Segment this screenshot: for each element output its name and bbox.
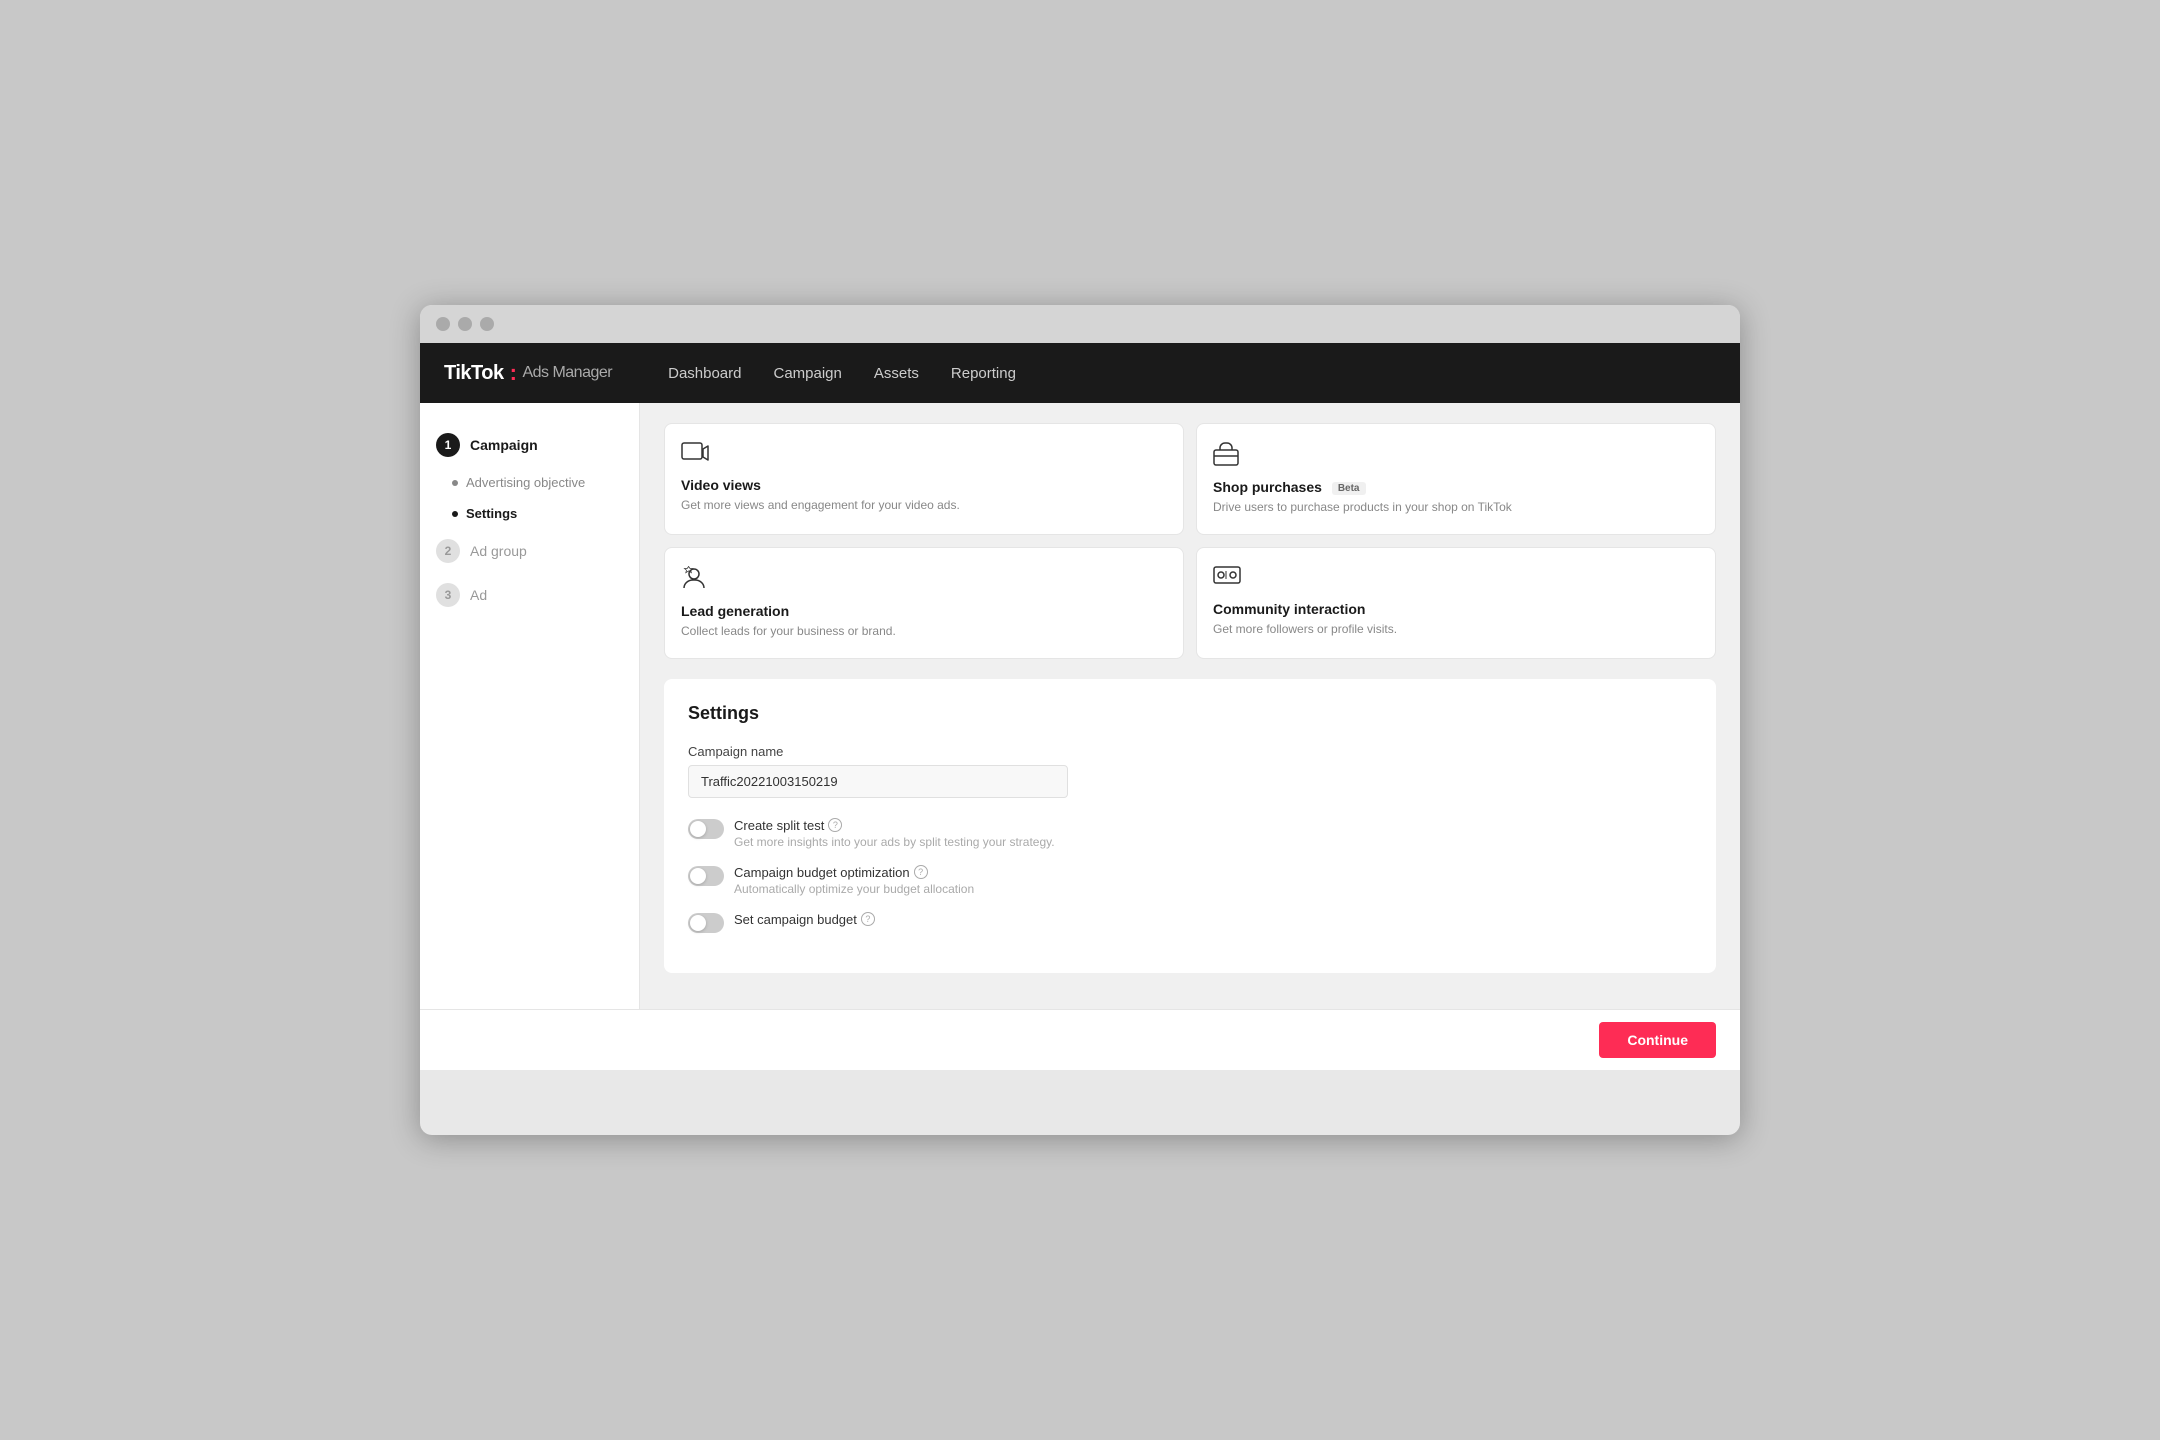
browser-dot-3 <box>480 317 494 331</box>
lead-generation-icon <box>681 566 1167 595</box>
campaign-budget-info-icon[interactable]: ? <box>861 912 875 926</box>
campaign-budget-toggle[interactable] <box>688 913 724 933</box>
community-interaction-icon <box>1213 566 1699 593</box>
sub-label-objective: Advertising objective <box>466 475 585 490</box>
objective-card-video-views[interactable]: Video views Get more views and engagemen… <box>664 423 1184 535</box>
campaign-name-input[interactable] <box>688 765 1068 798</box>
split-test-row: Create split test ? Get more insights in… <box>688 818 1692 849</box>
budget-opt-sub: Automatically optimize your budget alloc… <box>734 882 1692 896</box>
settings-title: Settings <box>688 703 1692 724</box>
budget-opt-info: Campaign budget optimization ? Automatic… <box>734 865 1692 896</box>
split-test-label: Create split test ? <box>734 818 1692 833</box>
video-views-desc: Get more views and engagement for your v… <box>681 497 1167 514</box>
community-interaction-title: Community interaction <box>1213 601 1699 617</box>
objectives-grid: Video views Get more views and engagemen… <box>664 423 1716 659</box>
nav-items: Dashboard Campaign Assets Reporting <box>664 357 1020 390</box>
content-area: Video views Get more views and engagemen… <box>640 403 1740 1009</box>
continue-button[interactable]: Continue <box>1599 1022 1716 1058</box>
community-interaction-desc: Get more followers or profile visits. <box>1213 621 1699 638</box>
budget-opt-knob <box>690 868 706 884</box>
logo: TikTok : Ads Manager <box>444 360 612 386</box>
step-label-campaign: Campaign <box>470 437 538 453</box>
nav-dashboard[interactable]: Dashboard <box>664 357 745 390</box>
lead-generation-title: Lead generation <box>681 603 1167 619</box>
sidebar: 1 Campaign Advertising objective Setting… <box>420 403 640 1009</box>
top-nav: TikTok : Ads Manager Dashboard Campaign … <box>420 343 1740 403</box>
split-test-toggle[interactable] <box>688 819 724 839</box>
split-test-info: Create split test ? Get more insights in… <box>734 818 1692 849</box>
step-circle-2: 2 <box>436 539 460 563</box>
campaign-name-group: Campaign name <box>688 744 1692 798</box>
settings-section: Settings Campaign name Create spl <box>664 679 1716 973</box>
step-circle-3: 3 <box>436 583 460 607</box>
budget-opt-row: Campaign budget optimization ? Automatic… <box>688 865 1692 896</box>
app-container: TikTok : Ads Manager Dashboard Campaign … <box>420 343 1740 1070</box>
browser-window: TikTok : Ads Manager Dashboard Campaign … <box>420 305 1740 1135</box>
sub-dot-objective <box>452 480 458 486</box>
split-test-sub: Get more insights into your ads by split… <box>734 835 1692 849</box>
budget-opt-toggle[interactable] <box>688 866 724 886</box>
campaign-name-label: Campaign name <box>688 744 1692 759</box>
shop-purchases-icon <box>1213 442 1699 471</box>
sidebar-step-campaign[interactable]: 1 Campaign <box>420 423 639 467</box>
nav-assets[interactable]: Assets <box>870 357 923 390</box>
nav-campaign[interactable]: Campaign <box>770 357 846 390</box>
browser-chrome <box>420 305 1740 343</box>
logo-ads-text: Ads Manager <box>522 364 612 382</box>
sidebar-step-adgroup[interactable]: 2 Ad group <box>420 529 639 573</box>
split-test-info-icon[interactable]: ? <box>828 818 842 832</box>
sidebar-sub-settings[interactable]: Settings <box>420 498 639 529</box>
beta-badge: Beta <box>1332 482 1366 495</box>
lead-generation-desc: Collect leads for your business or brand… <box>681 623 1167 640</box>
browser-dot-2 <box>458 317 472 331</box>
objective-card-community-interaction[interactable]: Community interaction Get more followers… <box>1196 547 1716 659</box>
budget-opt-label: Campaign budget optimization ? <box>734 865 1692 880</box>
sub-dot-settings <box>452 511 458 517</box>
step-label-adgroup: Ad group <box>470 543 527 559</box>
sub-label-settings: Settings <box>466 506 517 521</box>
campaign-budget-info: Set campaign budget ? <box>734 912 1692 927</box>
objective-card-shop-purchases[interactable]: Shop purchases Beta Drive users to purch… <box>1196 423 1716 535</box>
video-views-icon <box>681 442 1167 469</box>
campaign-budget-knob <box>690 915 706 931</box>
campaign-budget-label: Set campaign budget ? <box>734 912 1692 927</box>
objective-card-lead-generation[interactable]: Lead generation Collect leads for your b… <box>664 547 1184 659</box>
step-circle-1: 1 <box>436 433 460 457</box>
main-layout: 1 Campaign Advertising objective Setting… <box>420 403 1740 1009</box>
sidebar-step-ad[interactable]: 3 Ad <box>420 573 639 617</box>
step-label-ad: Ad <box>470 587 487 603</box>
budget-opt-info-icon[interactable]: ? <box>914 865 928 879</box>
logo-tiktok-text: TikTok <box>444 362 504 385</box>
video-views-title: Video views <box>681 477 1167 493</box>
sidebar-sub-advertising-objective[interactable]: Advertising objective <box>420 467 639 498</box>
shop-purchases-desc: Drive users to purchase products in your… <box>1213 499 1699 516</box>
bottom-bar: Continue <box>420 1009 1740 1070</box>
nav-reporting[interactable]: Reporting <box>947 357 1020 390</box>
split-test-knob <box>690 821 706 837</box>
campaign-budget-row: Set campaign budget ? <box>688 912 1692 933</box>
shop-purchases-title: Shop purchases Beta <box>1213 479 1699 495</box>
logo-dot: : <box>510 360 517 386</box>
browser-dot-1 <box>436 317 450 331</box>
